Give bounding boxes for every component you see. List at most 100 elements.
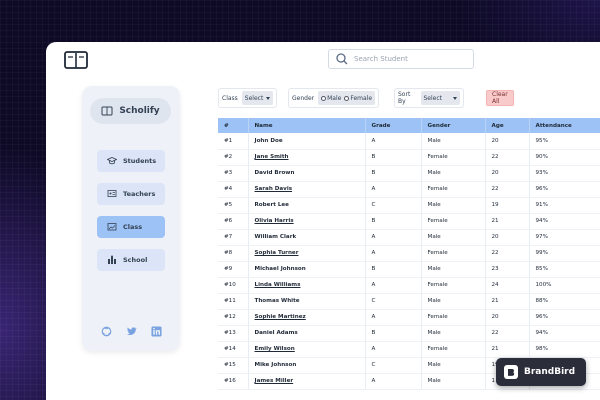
gender-radio-female[interactable]: Female [344, 95, 372, 102]
row-id-cell: #7 [218, 229, 249, 246]
table-row[interactable]: #8 Sophia Turner A Female 22 99% [218, 245, 600, 262]
brand[interactable]: Scholify [90, 98, 171, 124]
linkedin-icon[interactable] [150, 326, 162, 337]
name-cell: John Doe [248, 133, 366, 150]
sidebar-item-students[interactable]: Students [97, 150, 165, 172]
age-cell: 21 [485, 213, 530, 230]
table-row[interactable]: #12 Sophie Martinez A Female 20 96% [218, 309, 600, 326]
table-row[interactable]: #7 William Clark A Male 20 97% [218, 229, 600, 246]
sidebar-item-label: Students [123, 157, 157, 165]
name-cell: Daniel Adams [248, 325, 366, 342]
age-cell: 21 [485, 293, 530, 310]
row-id-cell: #14 [218, 341, 249, 358]
gender-cell: Female [421, 213, 486, 230]
search-input[interactable] [354, 55, 464, 63]
name-cell: Robert Lee [248, 197, 366, 214]
grade-cell: C [365, 197, 422, 214]
table-row[interactable]: #6 Olivia Harris B Female 21 94% [218, 213, 600, 230]
row-id-cell: #12 [218, 309, 249, 326]
attendance-cell: 88% [529, 293, 600, 310]
name-cell: William Clark [248, 229, 366, 246]
grade-cell: A [365, 309, 422, 326]
grade-cell: B [365, 165, 422, 182]
sidebar-item-class[interactable]: Class [97, 216, 165, 238]
name-cell[interactable]: Olivia Harris [248, 213, 366, 230]
brand-name: Scholify [119, 106, 160, 116]
table-row[interactable]: #2 Jane Smith B Female 22 90% [218, 149, 600, 166]
name-cell: Michael Johnson [248, 261, 366, 278]
column-header[interactable]: Name [248, 118, 366, 133]
brandbird-label: BrandBird [524, 367, 576, 377]
attendance-cell: 90% [529, 149, 600, 166]
column-header[interactable]: Grade [365, 118, 422, 133]
gender-radio-group: Male Female [318, 91, 376, 105]
row-id-cell: #8 [218, 245, 249, 262]
name-cell[interactable]: James Miller [248, 373, 366, 390]
radio-label: Male [327, 94, 342, 102]
name-cell[interactable]: Sophie Martinez [248, 309, 366, 326]
attendance-cell: 94% [529, 213, 600, 230]
table-row[interactable]: #4 Sarah Davis A Female 22 96% [218, 181, 600, 198]
attendance-cell: 96% [529, 309, 600, 326]
table-row[interactable]: #9 Michael Johnson B Male 23 85% [218, 261, 600, 278]
attendance-cell: 95% [529, 133, 600, 150]
table-row[interactable]: #13 Daniel Adams B Male 22 94% [218, 325, 600, 342]
row-id-cell: #9 [218, 261, 249, 278]
open-book-icon[interactable] [64, 50, 88, 70]
name-cell[interactable]: Emily Wilson [248, 341, 366, 358]
grade-cell: A [365, 341, 422, 358]
age-cell: 19 [485, 197, 530, 214]
row-id-cell: #10 [218, 277, 249, 294]
name-cell[interactable]: Jane Smith [248, 149, 366, 166]
grade-cell: B [365, 213, 422, 230]
attendance-cell: 91% [529, 197, 600, 214]
sidebar-item-label: Class [123, 223, 143, 231]
radio-circle-icon [321, 95, 327, 101]
graduation-cap-icon [107, 157, 117, 165]
age-cell: 20 [485, 165, 530, 182]
sort-select-value: Select [423, 94, 443, 102]
row-id-cell: #1 [218, 133, 249, 150]
table-row[interactable]: #10 Linda Williams A Female 24 100% [218, 277, 600, 294]
gender-cell: Male [421, 197, 486, 214]
clear-all-button[interactable]: Clear All [486, 90, 514, 106]
gender-cell: Male [421, 373, 486, 390]
gender-cell: Female [421, 309, 486, 326]
app-window: Scholify Students Teachers Class [46, 42, 600, 400]
attendance-cell: 99% [529, 245, 600, 262]
search-icon[interactable] [334, 51, 350, 67]
gender-cell: Female [421, 341, 486, 358]
sort-filter-label: Sort By [398, 91, 411, 105]
sidebar-item-school[interactable]: School [97, 249, 165, 271]
attendance-cell: 94% [529, 325, 600, 342]
column-header[interactable]: Gender [421, 118, 486, 133]
table-row[interactable]: #11 Thomas White C Male 21 88% [218, 293, 600, 310]
gender-radio-male[interactable]: Male [321, 95, 341, 102]
search-bar[interactable] [328, 49, 474, 69]
table-row[interactable]: #14 Emily Wilson A Female 21 98% [218, 341, 600, 358]
table-row[interactable]: #1 John Doe A Male 20 95% [218, 133, 600, 150]
gender-cell: Female [421, 149, 486, 166]
table-row[interactable]: #5 Robert Lee C Male 19 91% [218, 197, 600, 214]
name-cell[interactable]: Sarah Davis [248, 181, 366, 198]
sidebar-item-teachers[interactable]: Teachers [97, 183, 165, 205]
sort-select[interactable]: Select [420, 91, 461, 105]
row-id-cell: #3 [218, 165, 249, 182]
column-header[interactable]: Attendance [529, 118, 600, 133]
twitter-icon[interactable] [126, 326, 137, 337]
age-cell: 21 [485, 341, 530, 358]
table-row[interactable]: #3 David Brown B Male 20 93% [218, 165, 600, 182]
grade-cell: A [365, 181, 422, 198]
attendance-cell: 93% [529, 165, 600, 182]
column-header[interactable]: Age [485, 118, 530, 133]
gender-cell: Female [421, 277, 486, 294]
name-cell[interactable]: Sophia Turner [248, 245, 366, 262]
gender-cell: Male [421, 293, 486, 310]
github-icon[interactable] [101, 326, 112, 337]
gender-cell: Male [421, 165, 486, 182]
class-select[interactable]: Select [241, 91, 274, 105]
name-cell[interactable]: Linda Williams [248, 277, 366, 294]
column-header[interactable]: # [218, 118, 249, 133]
grade-cell: C [365, 293, 422, 310]
class-filter: Class Select [218, 88, 278, 108]
